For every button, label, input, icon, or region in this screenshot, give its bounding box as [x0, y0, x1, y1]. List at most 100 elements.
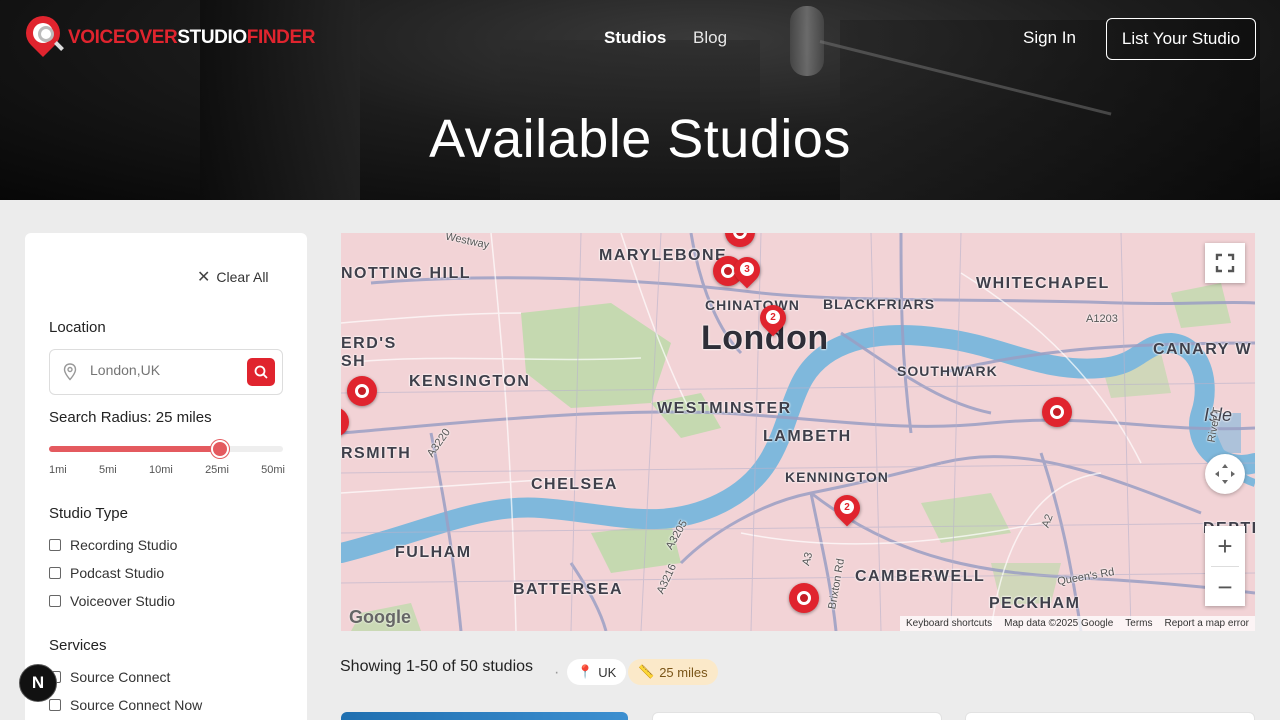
country-badge-label: UK: [598, 664, 617, 680]
terms-link[interactable]: Terms: [1125, 618, 1152, 629]
checkbox-label: Source Connect Now: [70, 697, 203, 713]
fullscreen-button[interactable]: [1205, 243, 1245, 283]
map-label: ERD'S: [341, 335, 397, 352]
studio-marker[interactable]: [1042, 397, 1072, 427]
studio-marker[interactable]: [347, 376, 377, 406]
map-label: FULHAM: [395, 544, 472, 561]
service-option[interactable]: Source Connect: [49, 669, 170, 685]
clear-all-button[interactable]: ✕ Clear All: [197, 267, 269, 287]
report-map-error-link[interactable]: Report a map error: [1165, 618, 1249, 629]
map-label: WESTMINSTER: [657, 400, 792, 417]
country-filter-badge[interactable]: 📍 UK: [567, 659, 627, 685]
ruler-icon: 📏: [638, 664, 655, 679]
map-label: SH: [341, 353, 367, 370]
location-label: Location: [49, 319, 106, 336]
zoom-out-button[interactable]: −: [1205, 567, 1245, 607]
location-pin-icon: [63, 363, 77, 381]
map-label: RSMITH: [341, 445, 412, 462]
studio-card[interactable]: [341, 712, 628, 720]
radius-tick: 5mi: [98, 464, 117, 476]
list-your-studio-button[interactable]: List Your Studio: [1106, 18, 1256, 60]
radius-tick: 10mi: [148, 464, 173, 476]
studio-type-option[interactable]: Recording Studio: [49, 537, 177, 553]
search-icon: [254, 365, 268, 379]
location-search-button[interactable]: [247, 358, 275, 386]
studio-cluster-marker[interactable]: 3: [728, 251, 766, 293]
fullscreen-icon: [1215, 253, 1235, 273]
search-radius-label: Search Radius: 25 miles: [49, 409, 212, 426]
studio-card[interactable]: [652, 712, 942, 720]
location-field[interactable]: [49, 349, 283, 395]
location-input[interactable]: [90, 362, 240, 378]
map-label: BLACKFRIARS: [823, 296, 936, 312]
logo-text-part: FINDER: [246, 27, 316, 48]
page-title: Available Studios: [429, 109, 851, 169]
radius-filter-badge[interactable]: 📏 25 miles: [628, 659, 718, 685]
map-label: BATTERSEA: [513, 581, 624, 598]
zoom-control: + −: [1205, 526, 1245, 606]
clear-all-label: Clear All: [216, 269, 269, 285]
logo-text-part: VOICEOVER: [68, 27, 178, 48]
map-label: WHITECHAPEL: [976, 275, 1110, 292]
checkbox[interactable]: [49, 595, 61, 607]
sign-in-link[interactable]: Sign In: [1023, 28, 1076, 48]
close-icon: ✕: [197, 269, 211, 286]
pan-control-button[interactable]: [1205, 454, 1245, 494]
map-label: A1203: [1086, 313, 1118, 325]
map-label: CHELSEA: [531, 476, 618, 493]
radius-slider-fill: [49, 446, 220, 452]
studio-cluster-marker[interactable]: 2: [754, 299, 792, 341]
map-label: KENSINGTON: [409, 373, 531, 390]
service-option[interactable]: Source Connect Now: [49, 697, 202, 713]
nav-studios-link[interactable]: Studios: [604, 28, 666, 48]
radius-tick: 1mi: [49, 464, 67, 476]
hero-banner: VOICEOVERSTUDIOFINDER Studios Blog Sign …: [0, 0, 1280, 200]
map-label: KENNINGTON: [785, 469, 889, 485]
move-arrows-icon: [1215, 464, 1235, 484]
studio-type-option[interactable]: Voiceover Studio: [49, 593, 175, 609]
checkbox[interactable]: [49, 539, 61, 551]
radius-slider[interactable]: [49, 440, 283, 458]
checkbox-label: Podcast Studio: [70, 565, 165, 581]
site-logo[interactable]: VOICEOVERSTUDIOFINDER: [18, 8, 315, 62]
checkbox[interactable]: [49, 699, 61, 711]
google-logo[interactable]: Google: [349, 607, 411, 628]
map-attribution: Keyboard shortcuts Map data ©2025 Google…: [899, 616, 1255, 631]
studio-type-option[interactable]: Podcast Studio: [49, 565, 164, 581]
map-label: CAMBERWELL: [855, 568, 986, 585]
map-data-text: Map data ©2025 Google: [1004, 618, 1114, 629]
radius-badge-label: 25 miles: [659, 664, 708, 680]
map-label: LAMBETH: [763, 428, 852, 445]
studio-marker[interactable]: [789, 583, 819, 613]
radius-slider-thumb[interactable]: [210, 440, 229, 458]
map-label: SOUTHWARK: [897, 363, 998, 379]
location-pin-icon: 📍: [577, 664, 594, 679]
logo-text: VOICEOVERSTUDIOFINDER: [68, 27, 315, 49]
cluster-count: 3: [740, 262, 754, 276]
map-label: CANARY W: [1153, 341, 1253, 358]
radius-ticks: 1mi 5mi 10mi 25mi 50mi: [49, 464, 285, 476]
filter-sidebar: ✕ Clear All Location Search Radius: 25 m…: [25, 233, 307, 720]
radius-tick: 25mi: [205, 464, 229, 476]
cluster-count: 2: [840, 500, 854, 514]
services-label: Services: [49, 637, 107, 654]
checkbox-label: Recording Studio: [70, 537, 178, 553]
studio-card[interactable]: [965, 712, 1255, 720]
logo-text-part: STUDIO: [177, 27, 247, 48]
separator-dot: ·: [554, 664, 560, 681]
cluster-count: 2: [766, 310, 780, 324]
keyboard-shortcuts-link[interactable]: Keyboard shortcuts: [906, 618, 992, 629]
checkbox[interactable]: [49, 567, 61, 579]
nav-blog-link[interactable]: Blog: [693, 28, 727, 48]
results-count: Showing 1-50 of 50 studios: [340, 658, 534, 675]
studios-map[interactable]: Westway NOTTING HILL MARYLEBONE CHINATOW…: [341, 233, 1255, 631]
dev-tools-badge[interactable]: N: [19, 664, 57, 702]
minus-icon: −: [1217, 571, 1233, 602]
map-label: MARYLEBONE: [599, 247, 728, 264]
logo-pin-icon: [18, 8, 68, 62]
studio-type-label: Studio Type: [49, 505, 128, 522]
zoom-in-button[interactable]: +: [1205, 526, 1245, 566]
checkbox-label: Source Connect: [70, 669, 171, 685]
checkbox-label: Voiceover Studio: [70, 593, 176, 609]
studio-cluster-marker[interactable]: 2: [828, 489, 866, 531]
